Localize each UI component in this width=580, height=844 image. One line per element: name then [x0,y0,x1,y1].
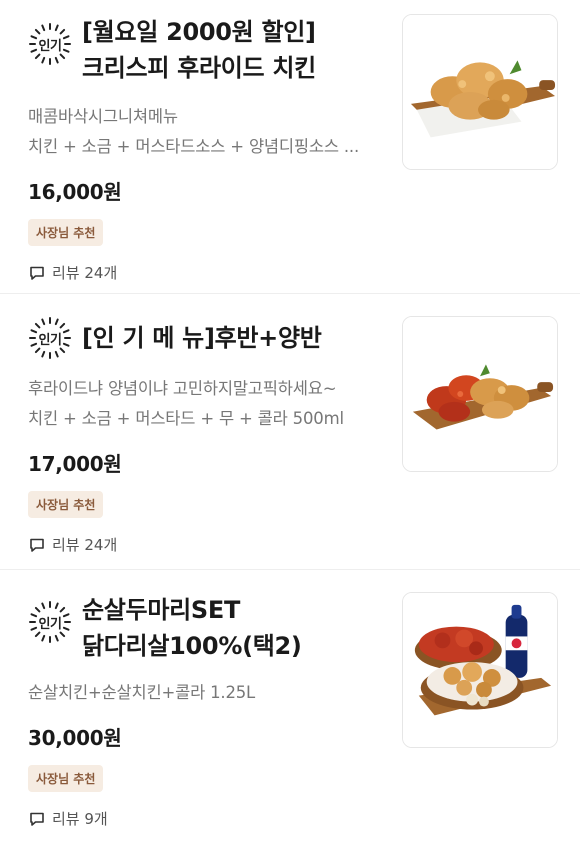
owner-recommend-tag: 사장님 추천 [28,219,104,246]
menu-title-line: 순살두마리SET [82,596,241,624]
description-line: 치킨 + 소금 + 머스타드소스 + 양념디핑소스 ... [28,137,360,156]
speech-bubble-icon [30,266,44,280]
menu-title[interactable]: [인 기 메 뉴]후반+양반 [82,316,322,356]
review-label: 리뷰 24개 [52,536,118,554]
description-line: 순살치킨+순살치킨+콜라 1.25L [28,683,256,702]
menu-title-line: 크리스피 후라이드 치킨 [82,54,316,82]
menu-description: 순살치킨+순살치킨+콜라 1.25L [28,678,378,708]
crispy-fried-chicken-image[interactable] [402,14,558,170]
speech-bubble-icon [30,812,44,826]
review-count[interactable]: 리뷰 9개 [28,808,580,829]
menu-description: 후라이드냐 양념이냐 고민하지말고픽하세요~ 치킨 + 소금 + 머스타드 + … [28,374,378,434]
badge-label: 인기 [38,332,62,348]
menu-title[interactable]: 순살두마리SET 닭다리살100%(택2) [82,592,302,664]
review-count[interactable]: 리뷰 24개 [28,534,580,555]
menu-list: 인기 [월요일 2000원 할인] 크리스피 후라이드 치킨 매콤바삭시그니쳐메… [0,0,580,844]
title-row: 인기 [월요일 2000원 할인] 크리스피 후라이드 치킨 [28,14,368,86]
popular-badge: 인기 [28,22,72,66]
menu-item[interactable]: 인기 [월요일 2000원 할인] 크리스피 후라이드 치킨 매콤바삭시그니쳐메… [0,0,580,294]
owner-recommend-tag: 사장님 추천 [28,491,104,518]
title-row: 인기 [인 기 메 뉴]후반+양반 [28,316,368,360]
menu-description: 매콤바삭시그니쳐메뉴 치킨 + 소금 + 머스타드소스 + 양념디핑소스 ... [28,102,378,162]
title-row: 인기 순살두마리SET 닭다리살100%(택2) [28,592,368,664]
owner-recommend-tag: 사장님 추천 [28,765,104,792]
review-count[interactable]: 리뷰 24개 [28,262,580,283]
menu-price: 16,000원 [28,180,122,204]
popular-badge: 인기 [28,316,72,360]
menu-title-line: 닭다리살100%(택2) [82,632,302,660]
menu-item[interactable]: 인기 순살두마리SET 닭다리살100%(택2) 순살치킨+순살치킨+콜라 1.… [0,570,580,844]
badge-label: 인기 [38,616,62,632]
description-line: 치킨 + 소금 + 머스타드 + 무 + 콜라 500ml [28,409,344,428]
speech-bubble-icon [30,538,44,552]
menu-title[interactable]: [월요일 2000원 할인] 크리스피 후라이드 치킨 [82,14,316,86]
description-line: 후라이드냐 양념이냐 고민하지말고픽하세요~ [28,379,337,398]
badge-label: 인기 [38,38,62,54]
description-line: 매콤바삭시그니쳐메뉴 [28,107,178,126]
menu-title-line: [월요일 2000원 할인] [82,18,316,46]
menu-item[interactable]: 인기 [인 기 메 뉴]후반+양반 후라이드냐 양념이냐 고민하지말고픽하세요~… [0,294,580,570]
menu-title-line: [인 기 메 뉴]후반+양반 [82,324,322,352]
popular-badge: 인기 [28,600,72,644]
boneless-chicken-set-with-cola-image[interactable] [402,592,558,748]
review-label: 리뷰 9개 [52,810,108,828]
review-label: 리뷰 24개 [52,264,118,282]
half-half-chicken-image[interactable] [402,316,558,472]
